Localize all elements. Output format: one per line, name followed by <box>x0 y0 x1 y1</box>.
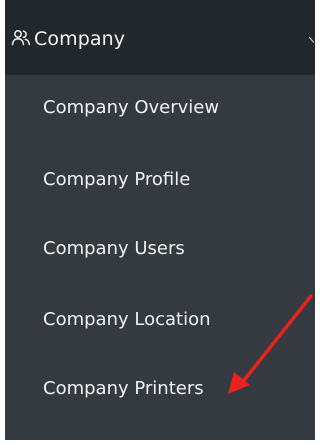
chevron-down-icon[interactable] <box>309 36 315 44</box>
menu-item-company-printers[interactable]: Company Printers <box>43 377 204 401</box>
screenshot-frame: Company Company Overview Company Profile… <box>0 0 315 445</box>
company-menu-label: Company <box>34 28 126 50</box>
menu-item-company-profile[interactable]: Company Profile <box>43 168 190 192</box>
menu-item-company-overview[interactable]: Company Overview <box>43 96 219 120</box>
users-icon <box>11 30 31 46</box>
company-menu-header[interactable]: Company <box>5 0 315 75</box>
menu-item-company-users[interactable]: Company Users <box>43 237 185 261</box>
menu-item-company-location[interactable]: Company Location <box>43 308 210 332</box>
sidebar-nav: Company Company Overview Company Profile… <box>5 0 315 440</box>
